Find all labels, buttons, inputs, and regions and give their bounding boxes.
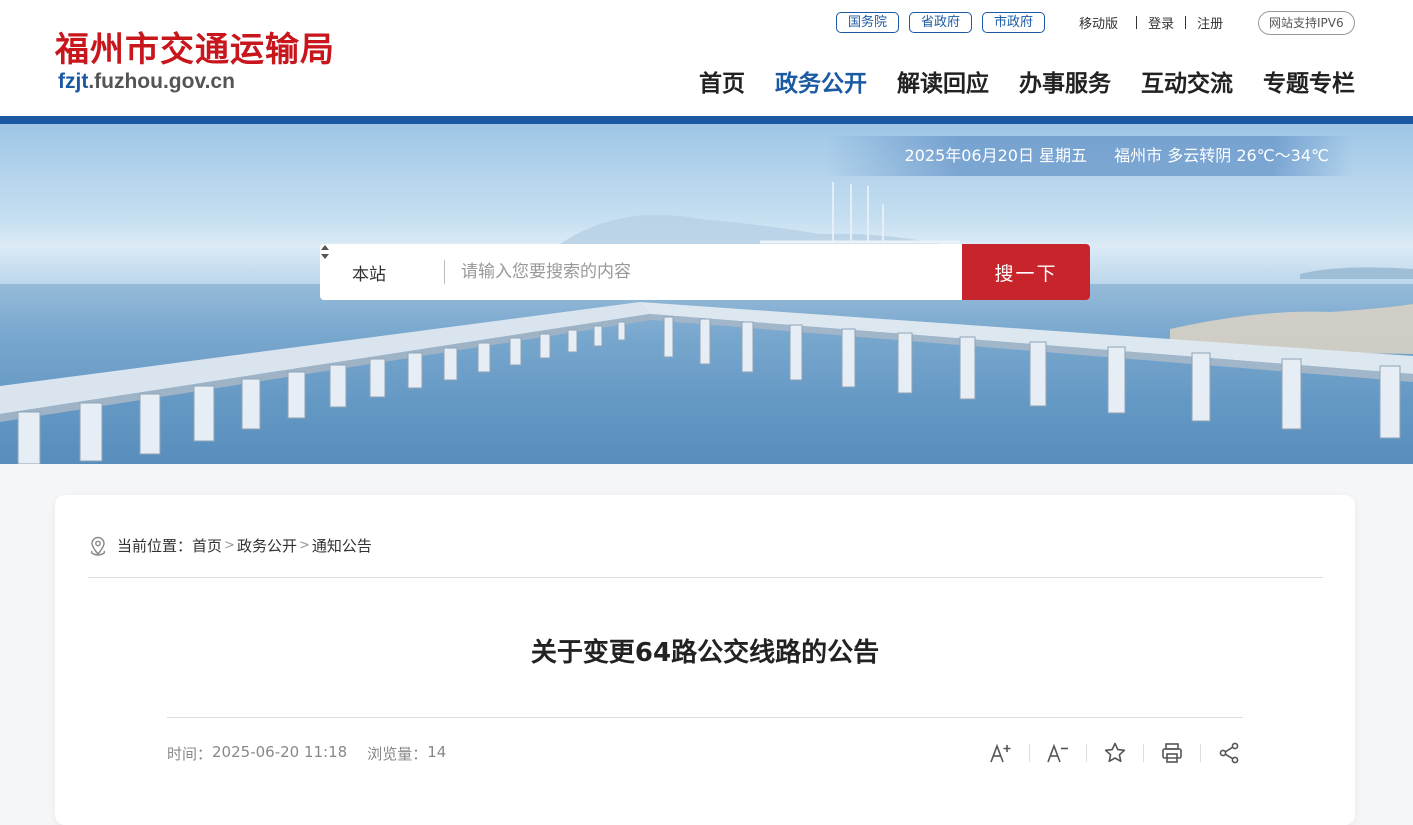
gov-link-province[interactable]: 省政府 [909, 11, 973, 33]
search-bar: 本站 搜一下 [320, 244, 1090, 300]
top-links: 国务院 省政府 市政府 移动版 登录 注册 [836, 11, 1223, 33]
breadcrumb-separator: > [224, 538, 235, 553]
nav-special-topics[interactable]: 专题专栏 [1263, 64, 1355, 98]
font-increase-icon[interactable] [987, 739, 1015, 767]
nav-services[interactable]: 办事服务 [1019, 64, 1111, 98]
nav-government-affairs[interactable]: 政务公开 [775, 64, 867, 98]
site-header: 福州市交通运输局 fzjt.fuzhou.gov.cn 国务院 省政府 市政府 … [0, 0, 1413, 116]
publish-time-label: 时间： [167, 745, 213, 763]
article-title: 关于变更64路公交线路的公告 [530, 638, 880, 668]
article-meta: 时间： 2025-06-20 11:18 浏览量： 14 [167, 743, 446, 764]
divider [1136, 15, 1138, 29]
nav-interaction[interactable]: 互动交流 [1141, 64, 1233, 98]
header-blue-bar [0, 116, 1413, 124]
breadcrumb-separator: > [298, 538, 310, 553]
gov-link-city[interactable]: 市政府 [982, 11, 1046, 33]
hero-banner: 2025年06月20日 星期五 福州市 多云转阴 26℃～34℃ 本站 搜一下 [0, 124, 1413, 464]
font-decrease-icon[interactable] [1044, 739, 1072, 767]
divider [167, 717, 1243, 718]
ipv6-badge: 网站支持IPV6 [1258, 11, 1355, 35]
register-link[interactable]: 注册 [1197, 13, 1223, 32]
login-link[interactable]: 登录 [1148, 13, 1174, 32]
breadcrumb-home[interactable]: 首页 [192, 535, 222, 556]
divider [1029, 744, 1030, 762]
breadcrumb-notices[interactable]: 通知公告 [312, 535, 372, 556]
gov-link-state-council[interactable]: 国务院 [836, 11, 900, 33]
search-scope-label: 本站 [352, 264, 386, 285]
search-button[interactable]: 搜一下 [962, 244, 1090, 300]
site-logo-title[interactable]: 福州市交通运输局 [55, 22, 335, 71]
breadcrumb-label: 当前位置： [117, 537, 193, 555]
site-logo-domain: fzjt.fuzhou.gov.cn [58, 70, 235, 94]
divider [1185, 15, 1187, 29]
nav-home[interactable]: 首页 [699, 64, 745, 98]
star-icon[interactable] [1101, 739, 1129, 767]
weather-info: 福州市 多云转阴 26℃～34℃ [1114, 146, 1329, 165]
breadcrumb: 当前位置： 首页 > 政务公开 > 通知公告 [89, 535, 372, 556]
divider [88, 577, 1323, 578]
search-scope-select[interactable]: 本站 [320, 244, 444, 300]
search-input[interactable] [445, 244, 962, 300]
divider [1086, 744, 1087, 762]
nav-interpretation[interactable]: 解读回应 [897, 64, 989, 98]
article-tools [987, 739, 1243, 767]
main-nav: 首页 政务公开 解读回应 办事服务 互动交流 专题专栏 [669, 64, 1355, 98]
domain-rest: .fuzhou.gov.cn [88, 70, 235, 93]
share-icon[interactable] [1215, 739, 1243, 767]
divider [1200, 744, 1201, 762]
divider [1143, 744, 1144, 762]
breadcrumb-government-affairs[interactable]: 政务公开 [237, 535, 297, 556]
location-pin-icon [89, 536, 107, 556]
view-count-label: 浏览量： [367, 745, 428, 763]
domain-prefix: fzjt [58, 70, 89, 93]
publish-time: 2025-06-20 11:18 [212, 743, 348, 761]
article-card: 当前位置： 首页 > 政务公开 > 通知公告 关于变更64路公交线路的公告 时间… [55, 495, 1355, 825]
print-icon[interactable] [1158, 739, 1186, 767]
mobile-version-link[interactable]: 移动版 [1079, 13, 1118, 32]
date-weather-bar: 2025年06月20日 星期五 福州市 多云转阴 26℃～34℃ [824, 136, 1353, 176]
current-date: 2025年06月20日 星期五 [904, 146, 1088, 165]
view-count: 14 [427, 743, 447, 761]
